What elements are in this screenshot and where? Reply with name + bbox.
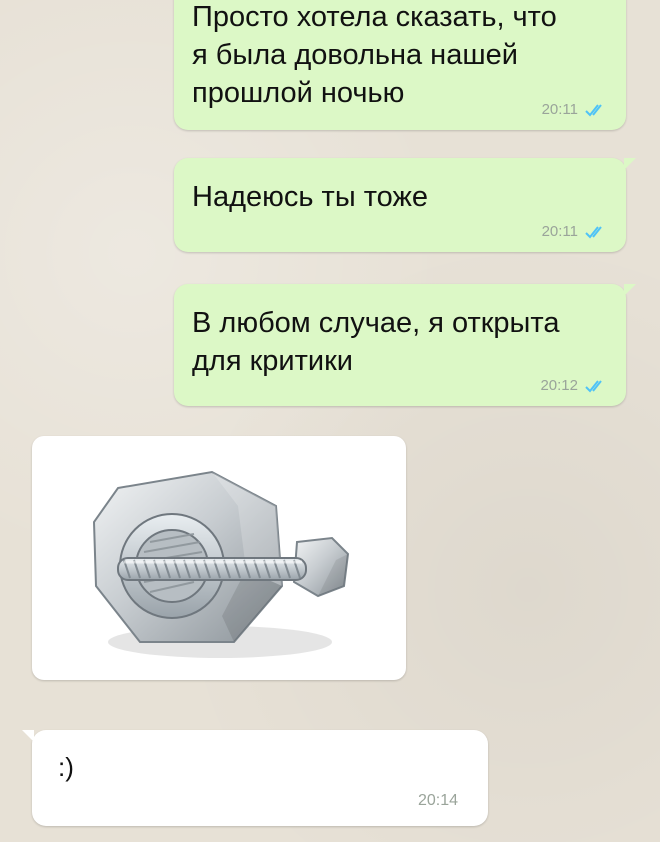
message-time: 20:11 [541,101,578,118]
message-meta: 20:11 [542,101,608,118]
message-bubble-2[interactable]: Надеюсь ты тоже 20:11 [174,158,636,252]
image-message[interactable] [32,436,406,680]
message-bubble-1[interactable]: Просто хотела сказать, что я была доволь… [174,0,626,130]
message-time: 20:14 [417,792,458,809]
message-bubble-incoming[interactable]: :) 20:14 [22,730,488,826]
double-check-icon [585,103,602,116]
message-text: Просто хотела сказать, что я была доволь… [192,1,557,109]
message-meta: 20:12 [540,377,608,394]
double-check-icon [585,379,602,392]
message-text: В любом случае, я открыта для критики [192,307,560,377]
message-text: Надеюсь ты тоже [192,181,429,213]
double-check-icon [585,225,602,238]
message-bubble-3[interactable]: В любом случае, я открыта для критики 20… [174,284,636,406]
nut-and-bolt-image [92,470,350,658]
message-time: 20:12 [540,377,578,394]
message-meta: 20:14 [418,792,458,810]
message-meta: 20:11 [542,223,608,240]
message-text: :) [58,752,74,782]
message-time: 20:11 [541,223,578,240]
